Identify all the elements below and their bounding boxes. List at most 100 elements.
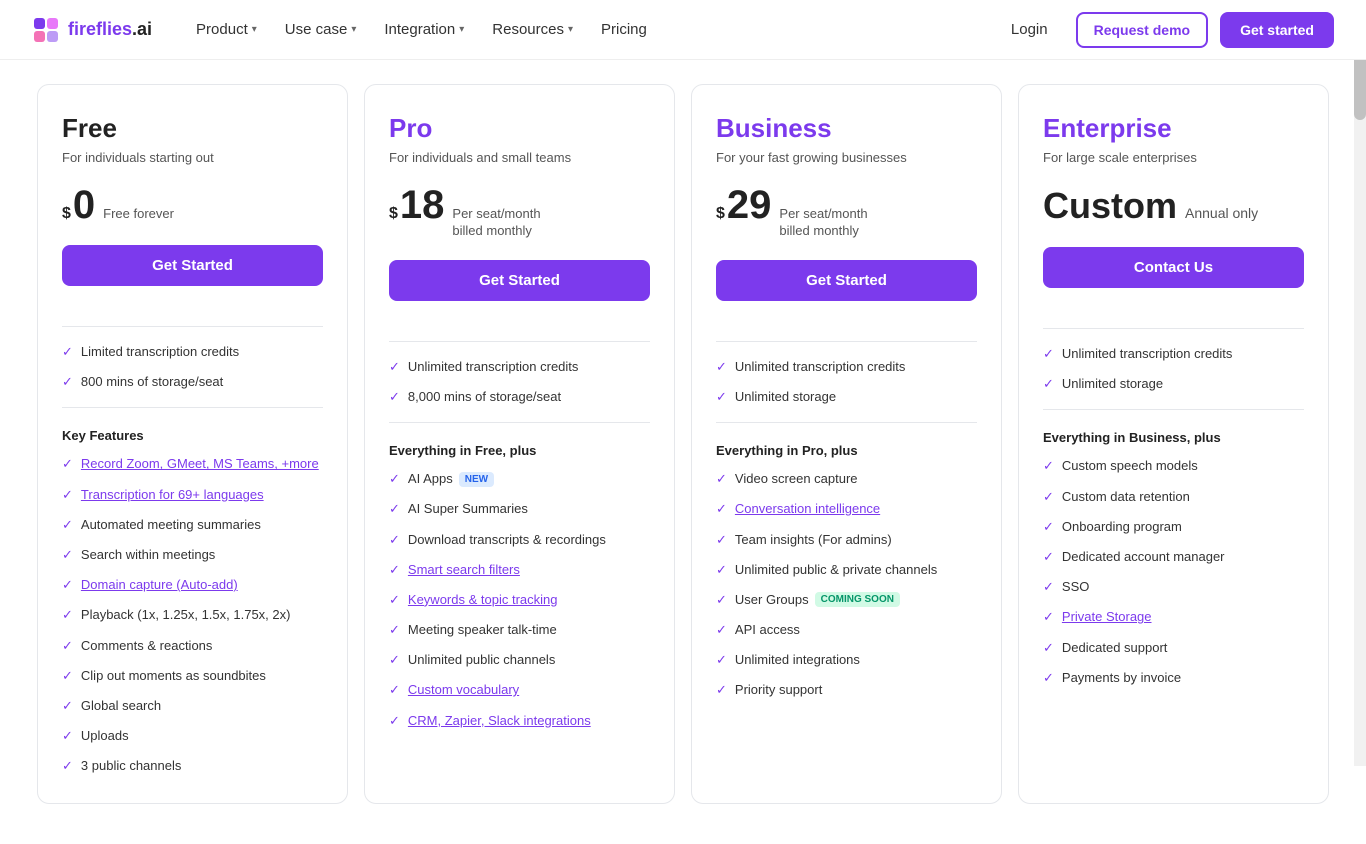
- divider: [62, 407, 323, 408]
- price-number: 0: [73, 185, 95, 225]
- request-demo-button[interactable]: Request demo: [1076, 12, 1208, 48]
- plan-tagline-enterprise: For large scale enterprises: [1043, 150, 1304, 165]
- price-custom: Custom: [1043, 185, 1177, 227]
- check-icon: ✓: [1043, 519, 1054, 535]
- feature-text: Onboarding program: [1062, 518, 1182, 536]
- list-item: ✓Automated meeting summaries: [62, 516, 323, 534]
- feature-text: 3 public channels: [81, 757, 181, 775]
- get-started-nav-button[interactable]: Get started: [1220, 12, 1334, 48]
- feature-text: Meeting speaker talk-time: [408, 621, 557, 639]
- plan-tagline-pro: For individuals and small teams: [389, 150, 650, 165]
- feature-list-free: ✓ Record Zoom, GMeet, MS Teams, +more ✓ Tra…: [62, 455, 323, 775]
- feature-text: Dedicated account manager: [1062, 548, 1225, 566]
- list-item: ✓AI Super Summaries: [389, 500, 650, 518]
- feature-list-enterprise: ✓Custom speech models✓Custom data retent…: [1043, 457, 1304, 687]
- plan-name-pro: Pro: [389, 113, 650, 144]
- pricing-grid: FreeFor individuals starting out$0Free f…: [37, 84, 1329, 804]
- price-note: Free forever: [103, 206, 174, 223]
- divider: [716, 341, 977, 342]
- feature-text: Payments by invoice: [1062, 669, 1181, 687]
- plan-name-enterprise: Enterprise: [1043, 113, 1304, 144]
- feature-text: Uploads: [81, 727, 129, 745]
- login-button[interactable]: Login: [995, 13, 1064, 46]
- logo[interactable]: fireflies.ai: [32, 16, 152, 44]
- check-icon: ✓: [62, 758, 73, 774]
- feature-text: Unlimited storage: [1062, 375, 1163, 393]
- price-annual: Annual only: [1185, 205, 1258, 221]
- feature-text[interactable]: Transcription for 69+ languages: [81, 486, 264, 504]
- feature-text[interactable]: Domain capture (Auto-add): [81, 576, 238, 594]
- check-icon: ✓: [1043, 346, 1054, 362]
- price-note: Per seat/month billed monthly: [779, 206, 879, 240]
- check-icon: ✓: [389, 532, 400, 548]
- nav-usecase[interactable]: Use case ▾: [273, 13, 369, 46]
- nav-resources[interactable]: Resources ▾: [480, 13, 585, 46]
- price-number: 29: [727, 185, 772, 225]
- highlight-item: ✓ Limited transcription credits: [62, 343, 323, 361]
- feature-text[interactable]: Private Storage: [1062, 608, 1152, 626]
- price-number: 18: [400, 185, 445, 225]
- highlight-item: ✓Unlimited transcription credits: [389, 358, 650, 376]
- check-icon: ✓: [716, 592, 727, 608]
- check-icon: ✓: [1043, 489, 1054, 505]
- check-icon: ✓: [1043, 670, 1054, 686]
- list-item: ✓Priority support: [716, 681, 977, 699]
- highlight-item: ✓Unlimited storage: [716, 388, 977, 406]
- feature-text[interactable]: Conversation intelligence: [735, 500, 880, 518]
- cta-button-free[interactable]: Get Started: [62, 245, 323, 286]
- plan-card-enterprise: Enterprise For large scale enterprises Cus…: [1018, 84, 1329, 804]
- feature-text: 800 mins of storage/seat: [81, 373, 223, 391]
- highlight-item: ✓800 mins of storage/seat: [62, 373, 323, 391]
- chevron-down-icon: ▾: [459, 24, 464, 35]
- feature-text: Clip out moments as soundbites: [81, 667, 266, 685]
- feature-text: Limited transcription credits: [81, 343, 239, 361]
- list-item: ✓Global search: [62, 697, 323, 715]
- list-item: ✓ Conversation intelligence: [716, 500, 977, 518]
- feature-text: Team insights (For admins): [735, 531, 892, 549]
- cta-button-business[interactable]: Get Started: [716, 260, 977, 301]
- list-item: ✓Meeting speaker talk-time: [389, 621, 650, 639]
- plan-tagline-free: For individuals starting out: [62, 150, 323, 165]
- plan-price-business: $29Per seat/month billed monthly: [716, 185, 977, 240]
- plan-name-business: Business: [716, 113, 977, 144]
- feature-text[interactable]: Record Zoom, GMeet, MS Teams, +more: [81, 455, 319, 473]
- cta-button-enterprise[interactable]: Contact Us: [1043, 247, 1304, 288]
- check-icon: ✓: [716, 501, 727, 517]
- logo-icon: [32, 16, 60, 44]
- divider: [1043, 328, 1304, 329]
- check-icon: ✓: [389, 562, 400, 578]
- feature-text[interactable]: Custom vocabulary: [408, 681, 519, 699]
- scrollbar-track[interactable]: [1354, 0, 1366, 766]
- check-icon: ✓: [62, 487, 73, 503]
- check-icon: ✓: [389, 592, 400, 608]
- cta-button-pro[interactable]: Get Started: [389, 260, 650, 301]
- feature-text: Unlimited transcription credits: [408, 358, 579, 376]
- check-icon: ✓: [1043, 609, 1054, 625]
- check-icon: ✓: [62, 456, 73, 472]
- check-icon: ✓: [62, 638, 73, 654]
- plan-card-pro: Pro For individuals and small teams $18Per…: [364, 84, 675, 804]
- highlights-enterprise: ✓Unlimited transcription credits✓Unlimit…: [1043, 345, 1304, 393]
- list-item: ✓Video screen capture: [716, 470, 977, 488]
- plan-price-pro: $18Per seat/month billed monthly: [389, 185, 650, 240]
- feature-text: Custom speech models: [1062, 457, 1198, 475]
- divider: [716, 422, 977, 423]
- nav-product[interactable]: Product ▾: [184, 13, 269, 46]
- feature-text[interactable]: Smart search filters: [408, 561, 520, 579]
- feature-list-pro: ✓AI AppsNEW✓AI Super Summaries✓Download …: [389, 470, 650, 730]
- plan-price-free: $0Free forever: [62, 185, 323, 225]
- check-icon: ✓: [716, 652, 727, 668]
- feature-text: 8,000 mins of storage/seat: [408, 388, 561, 406]
- check-icon: ✓: [389, 389, 400, 405]
- feature-text: SSO: [1062, 578, 1089, 596]
- nav-pricing[interactable]: Pricing: [589, 13, 659, 46]
- feature-text[interactable]: Keywords & topic tracking: [408, 591, 558, 609]
- feature-text: Search within meetings: [81, 546, 215, 564]
- list-item: ✓Dedicated account manager: [1043, 548, 1304, 566]
- feature-text[interactable]: CRM, Zapier, Slack integrations: [408, 712, 591, 730]
- plan-card-free: FreeFor individuals starting out$0Free f…: [37, 84, 348, 804]
- check-icon: ✓: [62, 344, 73, 360]
- check-icon: ✓: [389, 471, 400, 487]
- feature-text: Dedicated support: [1062, 639, 1168, 657]
- nav-integration[interactable]: Integration ▾: [372, 13, 476, 46]
